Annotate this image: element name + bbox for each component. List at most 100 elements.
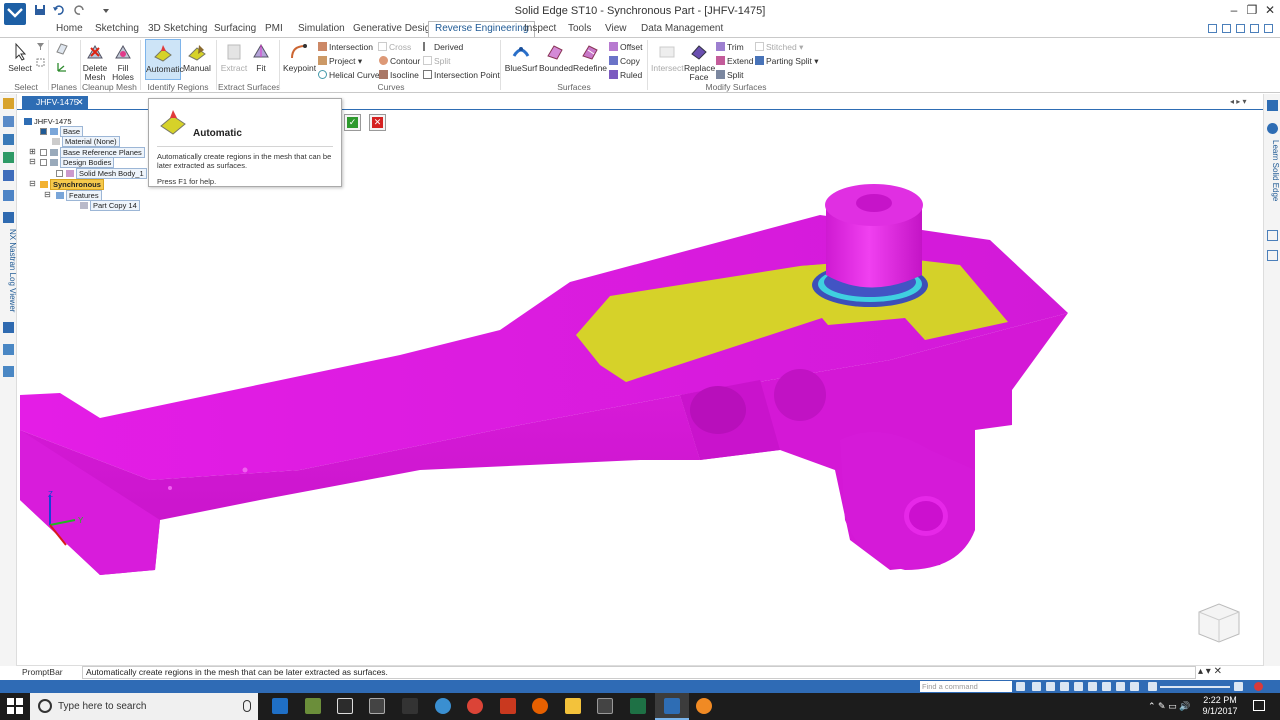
erc-icon[interactable]: [402, 698, 418, 714]
bluesurf-button[interactable]: BlueSurf: [504, 42, 538, 73]
replace-face-button[interactable]: Replace Face: [684, 42, 715, 82]
tree-item-design-bodies[interactable]: Design Bodies: [40, 157, 115, 168]
fit-button[interactable]: Fit: [250, 42, 272, 73]
record-icon[interactable]: [1254, 682, 1263, 691]
zoom-slider-plus-icon[interactable]: [1234, 682, 1243, 691]
view-orient-icon[interactable]: [1102, 682, 1111, 691]
restore-button[interactable]: ❐: [1244, 3, 1260, 17]
app-circle-icon[interactable]: [435, 698, 451, 714]
tree-item-part-copy[interactable]: Part Copy 14: [80, 200, 140, 211]
panel-icon-2[interactable]: [1267, 250, 1278, 261]
tab-reverse-engineering[interactable]: Reverse Engineering: [428, 21, 536, 37]
copy-button[interactable]: Copy: [609, 56, 640, 66]
tab-home[interactable]: Home: [56, 22, 83, 36]
calculator-icon[interactable]: [337, 698, 353, 714]
restore-doc-icon[interactable]: [1250, 24, 1259, 33]
feature-library-icon[interactable]: [3, 134, 14, 145]
derived-button[interactable]: Derived: [423, 42, 463, 52]
contour-button[interactable]: Contour: [379, 56, 420, 66]
minecraft-icon[interactable]: [305, 698, 321, 714]
graphics-viewport[interactable]: Z Y: [17, 110, 1263, 665]
layers-icon[interactable]: [3, 116, 14, 127]
plane-icon[interactable]: [55, 42, 69, 56]
document-tab-close-icon[interactable]: ✕: [76, 96, 84, 109]
tab-inspect[interactable]: Inspect: [524, 22, 556, 36]
split-curve-button[interactable]: Split: [423, 56, 451, 66]
teamcenter-icon[interactable]: [3, 190, 14, 201]
powerpoint-icon[interactable]: [500, 698, 516, 714]
nastran-icon[interactable]: [3, 212, 14, 223]
extend-button[interactable]: Extend: [716, 56, 753, 66]
save-state-icon[interactable]: [3, 322, 14, 333]
prompt-bar-controls[interactable]: ▴ ▾ ✕: [1198, 666, 1222, 677]
search-go-icon[interactable]: [1016, 682, 1025, 691]
view-cube[interactable]: [1195, 598, 1243, 646]
help-window-icon[interactable]: [1208, 24, 1217, 33]
collapse-icon[interactable]: ⊟: [29, 157, 36, 166]
reject-button[interactable]: ✕: [369, 114, 386, 131]
zoom-area-icon[interactable]: [1032, 682, 1041, 691]
blender-icon[interactable]: [696, 698, 712, 714]
excel-icon[interactable]: [630, 698, 646, 714]
tab-scroll-icon[interactable]: ◂ ▸ ▾: [1230, 97, 1247, 106]
ribbon-layout-icon[interactable]: [1222, 24, 1231, 33]
shading-icon[interactable]: [1130, 682, 1139, 691]
collapse-features-icon[interactable]: ⊟: [44, 190, 51, 199]
tab-sketching[interactable]: Sketching: [95, 22, 139, 36]
tab-generative-design[interactable]: Generative Design: [353, 22, 436, 36]
sketch-app-icon[interactable]: [597, 698, 613, 714]
offset-button[interactable]: Offset: [609, 42, 643, 52]
prompt-bar-label[interactable]: PromptBar: [22, 667, 63, 677]
extract-button[interactable]: Extract: [220, 42, 248, 73]
tree-item-material[interactable]: Material (None): [52, 136, 120, 147]
redefine-button[interactable]: Redefine: [573, 42, 607, 73]
select-filter-icon[interactable]: [36, 42, 45, 51]
chrome-icon[interactable]: [467, 698, 483, 714]
study-panel-icon[interactable]: [3, 366, 14, 377]
outlook-icon[interactable]: [272, 698, 288, 714]
render-icon[interactable]: [1116, 682, 1125, 691]
intersection-button[interactable]: Intersection: [318, 42, 373, 52]
panel-icon[interactable]: [1267, 230, 1278, 241]
accept-button[interactable]: ✓: [344, 114, 361, 131]
nx-nastran-log-viewer-tab[interactable]: NX Nastran Log Viewer: [0, 226, 17, 316]
intersect-button[interactable]: Intersect: [651, 42, 684, 73]
notifications-icon[interactable]: [1253, 700, 1265, 711]
select-button[interactable]: Select: [6, 42, 34, 73]
firefox-icon[interactable]: [532, 698, 548, 714]
fill-holes-button[interactable]: Fill Holes: [110, 42, 136, 82]
delete-mesh-button[interactable]: Delete Mesh: [82, 42, 108, 82]
ruled-button[interactable]: Ruled: [609, 70, 642, 80]
trim-button[interactable]: Trim: [716, 42, 744, 52]
help-icon[interactable]: [1267, 123, 1278, 134]
find-command-input[interactable]: Find a command: [920, 681, 1012, 692]
project-button[interactable]: Project ▾: [318, 56, 362, 66]
family-of-parts-icon[interactable]: [3, 170, 14, 181]
zoom-icon[interactable]: [1046, 682, 1055, 691]
intersection-point-button[interactable]: Intersection Point: [423, 70, 500, 80]
minimize-button[interactable]: –: [1226, 3, 1242, 17]
select-box-icon[interactable]: [36, 58, 45, 67]
facebook-icon[interactable]: [1267, 100, 1278, 111]
parting-split-button[interactable]: Parting Split ▾: [755, 56, 818, 66]
tab-tools[interactable]: Tools: [568, 22, 591, 36]
nx-icon[interactable]: [369, 698, 385, 714]
zoom-slider-minus-icon[interactable]: [1148, 682, 1157, 691]
expand-icon[interactable]: ⊞: [29, 147, 36, 156]
fit-view-icon[interactable]: [1060, 682, 1069, 691]
ribbon-options-icon[interactable]: [1236, 24, 1245, 33]
collapse-synchronous-icon[interactable]: ⊟: [29, 179, 36, 188]
taskbar-clock[interactable]: 2:22 PM 9/1/2017: [1198, 695, 1242, 717]
tree-item-synchronous[interactable]: Synchronous: [40, 179, 104, 190]
manual-button[interactable]: Manual: [183, 42, 211, 73]
cross-button[interactable]: Cross: [378, 42, 411, 52]
helical-curve-button[interactable]: Helical Curve: [318, 70, 380, 80]
sensors-icon[interactable]: [3, 152, 14, 163]
tab-view[interactable]: View: [605, 22, 627, 36]
stitched-button[interactable]: Stitched ▾: [755, 42, 803, 52]
bounded-button[interactable]: Bounded: [539, 42, 573, 73]
simulation-panel-icon[interactable]: [3, 344, 14, 355]
tree-item-solid-mesh-body[interactable]: Solid Mesh Body_1: [56, 168, 147, 179]
rotate-icon[interactable]: [1088, 682, 1097, 691]
tab-data-management[interactable]: Data Management: [641, 22, 723, 36]
